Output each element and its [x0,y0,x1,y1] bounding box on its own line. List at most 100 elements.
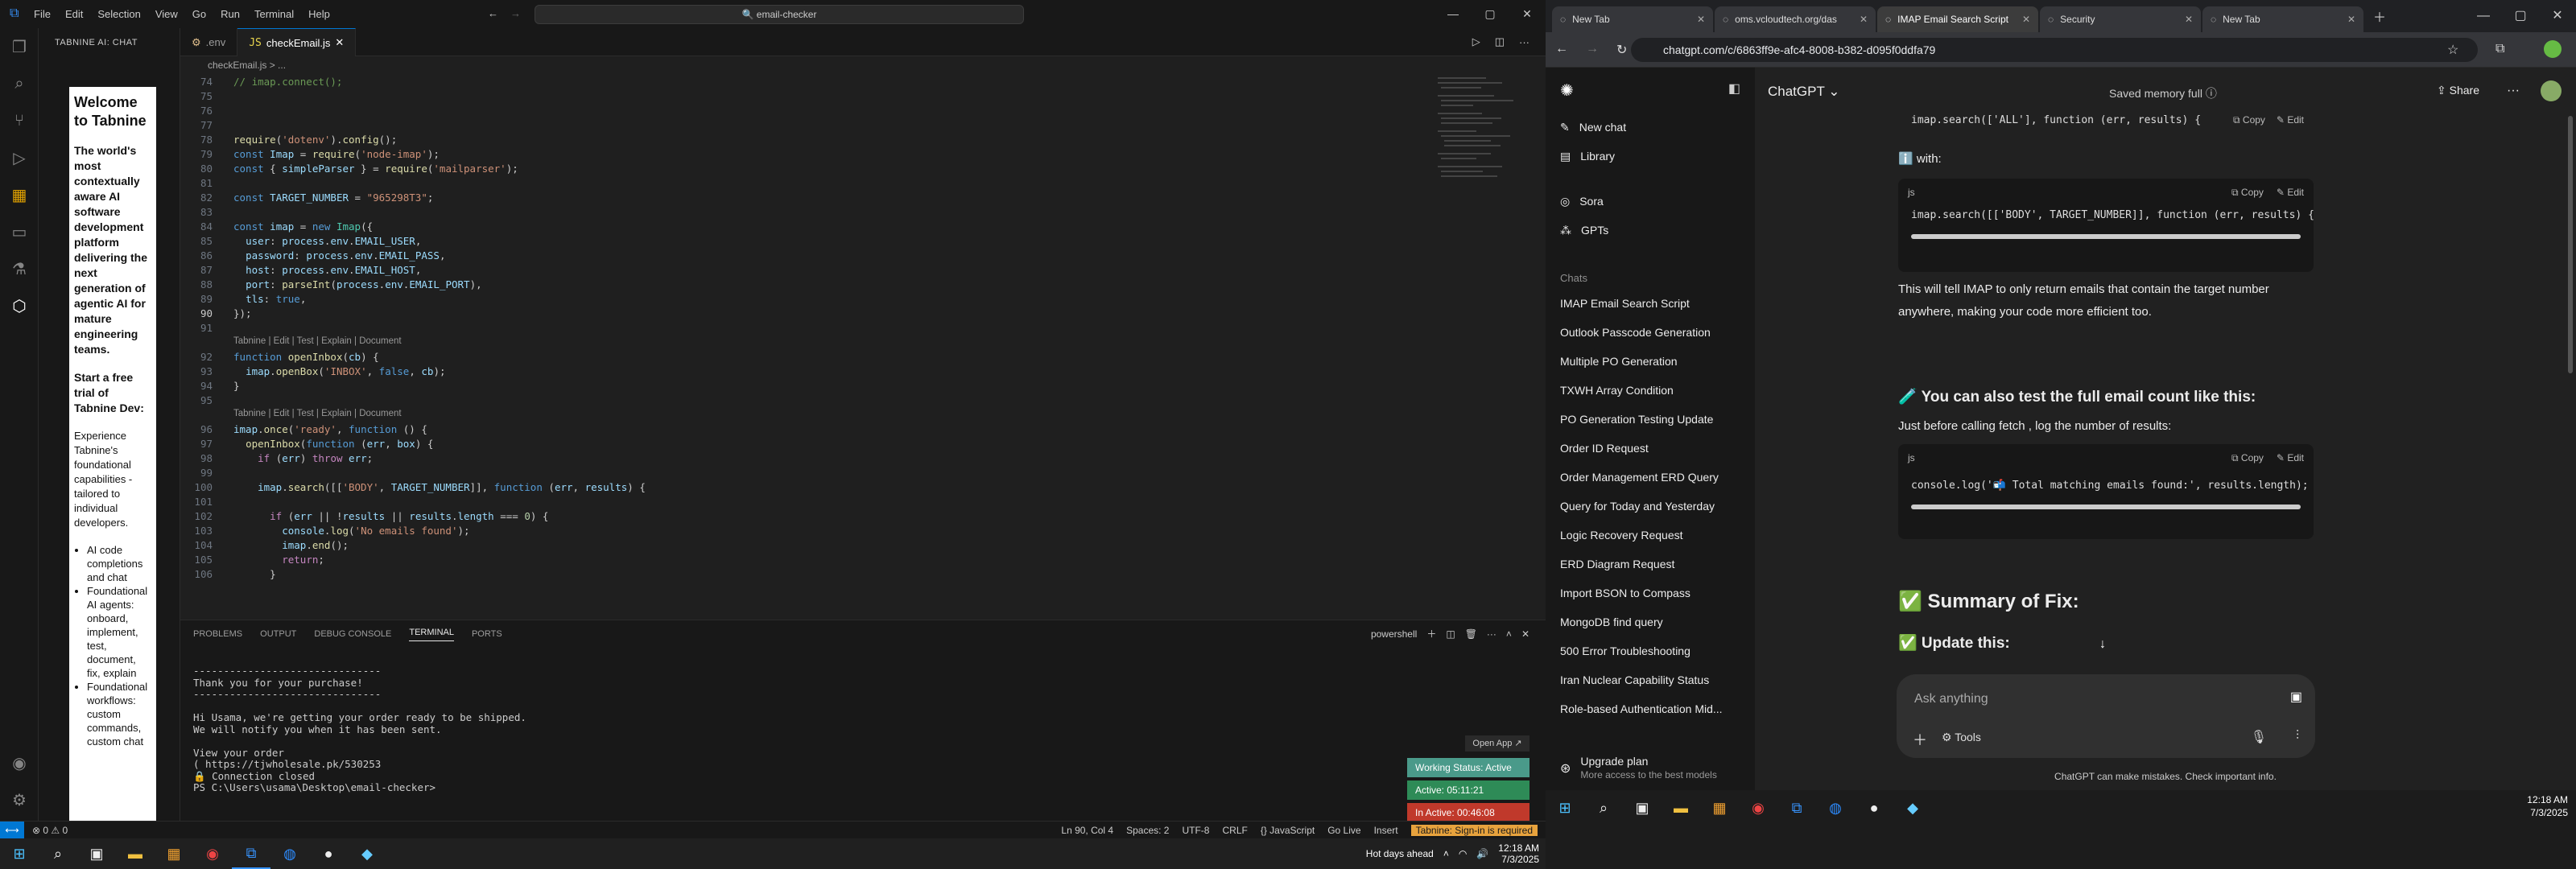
remote-icon[interactable]: ⟷ [0,822,24,839]
status-item[interactable]: CRLF [1222,825,1247,836]
weather-text[interactable]: Hot days ahead [1366,848,1434,859]
menu-item[interactable]: Help [308,8,330,20]
status-item[interactable]: Tabnine: Sign-in is required [1410,825,1538,836]
task-view-icon[interactable]: ▣ [1623,800,1662,817]
menu-item[interactable]: Edit [65,8,83,20]
browser-tab[interactable]: ◌ New Tab ✕ [2202,6,2363,32]
problems-count[interactable]: ⊗ 0 ⚠ 0 [32,825,68,836]
model-selector[interactable]: ChatGPT ⌄ [1768,84,1840,100]
status-item[interactable]: UTF-8 [1182,825,1209,836]
chat-history-item[interactable]: Logic Recovery Request [1546,521,1755,550]
vscode-icon[interactable]: ⧉ [232,838,270,869]
chat-history-item[interactable]: Multiple PO Generation [1546,347,1755,376]
task-view-icon[interactable]: ▣ [77,838,116,869]
minimize-icon[interactable]: — [2465,0,2502,32]
new-chat-button[interactable]: ✎ New chat [1546,113,1755,142]
panel-tab[interactable]: DEBUG CONSOLE [314,629,391,639]
chat-history-item[interactable]: ERD Diagram Request [1546,550,1755,579]
prompt-input[interactable]: Ask anything [1914,692,1988,706]
codelens[interactable]: Tabnine | Edit | Test | Explain | Docume… [233,409,402,418]
app-icon[interactable]: ◆ [1893,800,1932,817]
more-actions-icon[interactable]: ··· [1519,36,1530,48]
scroll-down-icon[interactable]: ↓ [2099,637,2106,652]
chat-history-item[interactable]: Outlook Passcode Generation [1546,318,1755,347]
split-terminal-icon[interactable]: ◫ [1446,628,1455,640]
toggle-sidebar-icon[interactable]: ◧ [1728,80,1740,97]
trash-icon[interactable]: 🗑 [1465,628,1477,640]
minimize-icon[interactable]: — [1435,0,1472,28]
edit-button[interactable]: ✎ Edit [2277,114,2304,126]
library-button[interactable]: ▤ Library [1546,142,1755,171]
url-field[interactable]: chatgpt.com/c/6863ff9e-afc4-8008-b382-d0… [1631,38,2478,62]
panel-tab[interactable]: TERMINAL [409,628,454,641]
panel-tab[interactable]: PORTS [472,629,502,639]
chat-history-item[interactable]: PO Generation Testing Update [1546,405,1755,434]
close-icon[interactable]: ✕ [2539,0,2576,32]
source-control-icon[interactable]: ⑂ [0,102,39,139]
minimap[interactable] [1436,74,1533,364]
menu-item[interactable]: Selection [97,8,140,20]
chrome-icon[interactable]: ◉ [1739,800,1777,817]
file-explorer-icon[interactable]: ▬ [116,838,155,869]
chat-history-item[interactable]: Order ID Request [1546,434,1755,463]
tabnine-icon[interactable]: ⬡ [0,287,39,324]
copy-button[interactable]: ⧉ Copy [2231,444,2264,472]
status-item[interactable]: Spaces: 2 [1126,825,1169,836]
browser-tab[interactable]: ◌ Security ✕ [2040,6,2201,32]
back-icon[interactable]: ← [1555,42,1568,58]
app-icon[interactable]: ● [1855,800,1893,817]
menu-item[interactable]: View [155,8,178,20]
chat-history-item[interactable]: Order Management ERD Query [1546,463,1755,492]
close-panel-icon[interactable]: ✕ [1521,628,1530,640]
edit-button[interactable]: ✎ Edit [2277,444,2304,472]
command-center-search[interactable]: 🔍 email-checker [535,5,1024,24]
volume-icon[interactable]: 🔊 [1476,848,1488,859]
maximize-icon[interactable]: ▢ [1472,0,1509,28]
extensions-icon[interactable]: ⧉ [2496,42,2504,56]
bookmark-star-icon[interactable]: ☆ [2447,42,2458,58]
upgrade-plan[interactable]: ⊛ Upgrade plan More access to the best mo… [1560,755,1717,781]
chat-history-item[interactable]: IMAP Email Search Script [1546,289,1755,318]
more-actions-icon[interactable]: ··· [1487,628,1496,640]
zoom-icon[interactable]: ◍ [270,838,309,869]
code-scrollbar[interactable] [1911,505,2301,509]
search-icon[interactable]: ⌕ [1584,800,1623,817]
user-avatar[interactable] [2541,80,2562,101]
run-debug-icon[interactable]: ▷ [0,139,39,176]
copy-button[interactable]: ⧉ Copy [2233,114,2265,126]
chat-history-item[interactable]: MongoDB find query [1546,607,1755,636]
close-tab-icon[interactable]: ✕ [1697,14,1705,25]
status-item[interactable]: Ln 90, Col 4 [1061,825,1113,836]
back-arrow-icon[interactable]: ← [488,7,498,19]
page-scrollbar[interactable] [2568,116,2573,373]
status-item[interactable]: Go Live [1327,825,1360,836]
zoom-icon[interactable]: ◍ [1816,800,1855,817]
close-icon[interactable]: ✕ [1509,0,1546,28]
chrome-icon[interactable]: ◉ [193,838,232,869]
clock-time[interactable]: 12:18 AM [1498,842,1539,854]
chat-history-item[interactable]: 500 Error Troubleshooting [1546,636,1755,665]
add-icon[interactable]: ＋ [1913,729,1927,750]
tray-chevron-icon[interactable]: ˄ [1443,848,1449,859]
menu-item[interactable]: Go [192,8,206,20]
account-icon[interactable]: ◉ [0,744,39,781]
windows-start-icon[interactable]: ⊞ [0,838,39,869]
store-icon[interactable]: ▦ [1700,800,1739,817]
chat-history-item[interactable]: Query for Today and Yesterday [1546,492,1755,521]
extensions-icon[interactable]: ▦ [0,176,39,213]
close-tab-icon[interactable]: ✕ [2347,14,2355,25]
status-item[interactable]: Insert [1374,825,1398,836]
testing-icon[interactable]: ⚗ [0,250,39,287]
forward-icon[interactable]: → [1586,42,1599,58]
app-icon[interactable]: ◆ [348,838,386,869]
windows-start-icon[interactable]: ⊞ [1546,800,1584,817]
run-icon[interactable]: ▷ [1472,35,1480,48]
browser-tab[interactable]: ◌ New Tab ✕ [1552,6,1713,32]
terminal-output[interactable]: ------------------------------- Thank yo… [193,665,526,794]
tabnine-trial[interactable]: Start a free trial of Tabnine Dev: [74,370,151,416]
forward-arrow-icon[interactable]: → [510,7,521,19]
clock-time[interactable]: 12:18 AM [2527,794,2568,805]
close-tab-icon[interactable]: ✕ [2022,14,2030,25]
tab-checkemail[interactable]: JS checkEmail.js ✕ [237,28,357,56]
close-tab-icon[interactable]: ✕ [1860,14,1868,25]
